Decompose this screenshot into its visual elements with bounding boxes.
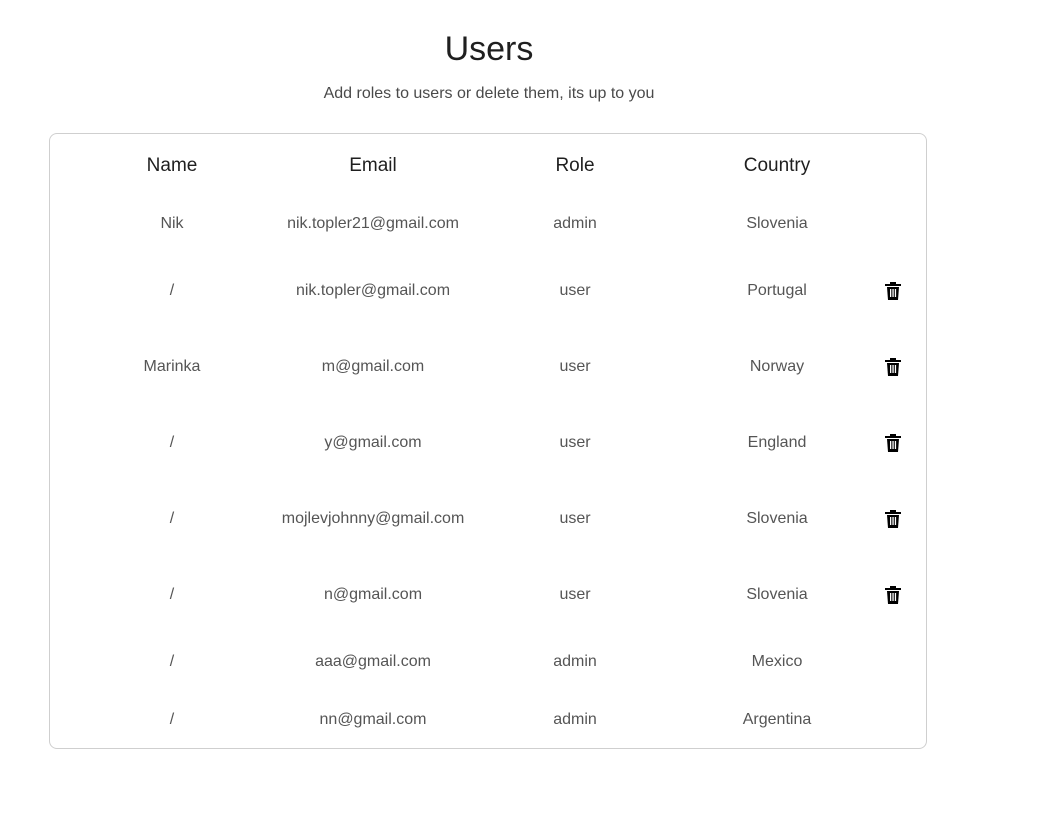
user-country: Slovenia bbox=[746, 510, 808, 527]
trash-icon bbox=[885, 358, 901, 376]
user-country: Slovenia bbox=[746, 215, 808, 232]
user-name: / bbox=[169, 510, 175, 527]
table-row: / nik.topler@gmail.com user Portugal bbox=[50, 271, 926, 311]
user-email: n@gmail.com bbox=[323, 586, 423, 603]
user-role: user bbox=[559, 282, 591, 299]
trash-icon bbox=[885, 282, 901, 300]
table-row: Marinka m@gmail.com user Norway bbox=[50, 347, 926, 387]
table-row: Nik nik.topler21@gmail.com admin Sloveni… bbox=[50, 204, 926, 244]
delete-user-button[interactable] bbox=[878, 575, 908, 615]
user-email: nik.topler@gmail.com bbox=[295, 282, 451, 299]
delete-user-button[interactable] bbox=[878, 271, 908, 311]
column-header-role: Role bbox=[555, 155, 595, 176]
trash-icon bbox=[885, 510, 901, 528]
table-row: / y@gmail.com user England bbox=[50, 423, 926, 463]
page-subtitle: Add roles to users or delete them, its u… bbox=[323, 85, 655, 102]
user-country: Portugal bbox=[747, 282, 807, 299]
user-name: / bbox=[169, 653, 175, 670]
user-role: admin bbox=[553, 653, 597, 670]
user-email: y@gmail.com bbox=[324, 434, 422, 451]
user-country: Slovenia bbox=[746, 586, 808, 603]
user-role: user bbox=[559, 510, 591, 527]
user-name: / bbox=[169, 434, 175, 451]
users-table: Name Email Role Country Nik nik.topler21… bbox=[49, 133, 927, 749]
user-role: user bbox=[559, 586, 591, 603]
page-title: Users bbox=[444, 30, 534, 68]
trash-icon bbox=[885, 434, 901, 452]
user-name: / bbox=[169, 586, 175, 603]
user-role: user bbox=[559, 358, 591, 375]
column-header-email: Email bbox=[349, 155, 397, 176]
delete-user-button[interactable] bbox=[878, 499, 908, 539]
user-name: Nik bbox=[160, 215, 184, 232]
user-name: Marinka bbox=[143, 358, 201, 375]
user-role: admin bbox=[553, 711, 597, 728]
table-row: / nn@gmail.com admin Argentina bbox=[50, 700, 926, 740]
user-email: nik.topler21@gmail.com bbox=[287, 215, 459, 232]
table-row: / aaa@gmail.com admin Mexico bbox=[50, 642, 926, 682]
user-email: nn@gmail.com bbox=[319, 711, 427, 728]
user-email: m@gmail.com bbox=[321, 358, 425, 375]
user-role: user bbox=[559, 434, 591, 451]
user-country: England bbox=[747, 434, 807, 451]
user-country: Norway bbox=[749, 358, 805, 375]
user-name: / bbox=[169, 711, 175, 728]
user-role: admin bbox=[553, 215, 597, 232]
trash-icon bbox=[885, 586, 901, 604]
user-country: Argentina bbox=[742, 711, 812, 728]
table-row: / mojlevjohnny@gmail.com user Slovenia bbox=[50, 499, 926, 539]
delete-user-button[interactable] bbox=[878, 347, 908, 387]
user-email: mojlevjohnny@gmail.com bbox=[281, 510, 465, 527]
table-header: Name Email Role Country bbox=[50, 146, 926, 186]
user-name: / bbox=[169, 282, 175, 299]
column-header-name: Name bbox=[146, 155, 198, 176]
column-header-country: Country bbox=[743, 155, 811, 176]
delete-user-button[interactable] bbox=[878, 423, 908, 463]
user-country: Mexico bbox=[751, 653, 803, 670]
table-row: / n@gmail.com user Slovenia bbox=[50, 575, 926, 615]
user-email: aaa@gmail.com bbox=[315, 653, 431, 670]
